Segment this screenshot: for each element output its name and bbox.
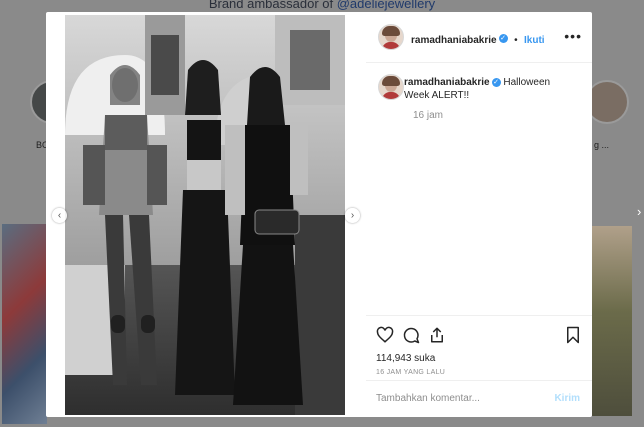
story-highlight-right-label: g ...	[594, 140, 610, 150]
grid-thumbnail-left[interactable]	[2, 224, 47, 424]
comment-input[interactable]	[376, 393, 536, 404]
bio-handle-link[interactable]: @adeliejewellery	[337, 0, 435, 11]
post-header: ramadhaniabakrie ✓ • Ikuti •••	[366, 12, 592, 63]
follow-button[interactable]: Ikuti	[524, 35, 545, 46]
comment-icon[interactable]	[402, 326, 420, 344]
post-time-ago[interactable]: 16 JAM YANG LALU	[376, 369, 445, 376]
post-modal: ‹ › ramadhaniabakrie ✓ • Ikuti ••• ramadh…	[46, 12, 592, 417]
separator-dot: •	[514, 35, 518, 46]
caption-verified-badge-icon: ✓	[491, 77, 501, 87]
bio-text: Brand ambassador of	[208, 0, 337, 11]
post-photo[interactable]	[65, 15, 345, 415]
profile-bio: Brand ambassador of @adeliejewellery	[0, 0, 644, 11]
heart-icon[interactable]	[376, 326, 394, 344]
prev-arrow-icon[interactable]: ‹	[52, 208, 67, 223]
next-arrow-icon[interactable]: ›	[345, 208, 360, 223]
page-next-arrow-icon[interactable]: ›	[637, 204, 641, 219]
bookmark-icon[interactable]	[564, 326, 582, 344]
post-caption: ramadhaniabakrie ✓ Halloween Week ALERT!!	[404, 76, 574, 102]
caption-username[interactable]: ramadhaniabakrie	[404, 77, 490, 88]
author-username[interactable]: ramadhaniabakrie	[411, 35, 497, 46]
caption-avatar[interactable]	[378, 74, 404, 100]
header-user-line: ramadhaniabakrie ✓ • Ikuti	[411, 30, 545, 48]
grid-thumbnail-right[interactable]	[592, 226, 632, 416]
post-details-panel: ramadhaniabakrie ✓ • Ikuti ••• ramadhania…	[366, 12, 592, 417]
likes-count[interactable]: 114,943 suka	[376, 353, 435, 364]
post-photo-image	[65, 15, 345, 415]
post-comment-button[interactable]: Kirim	[554, 393, 580, 404]
more-options-icon[interactable]: •••	[564, 28, 582, 44]
share-icon[interactable]	[428, 326, 446, 344]
caption-timestamp[interactable]: 16 jam	[413, 110, 443, 121]
author-avatar[interactable]	[378, 24, 404, 50]
comment-bar: Kirim	[366, 380, 592, 417]
verified-badge-icon: ✓	[498, 34, 508, 44]
